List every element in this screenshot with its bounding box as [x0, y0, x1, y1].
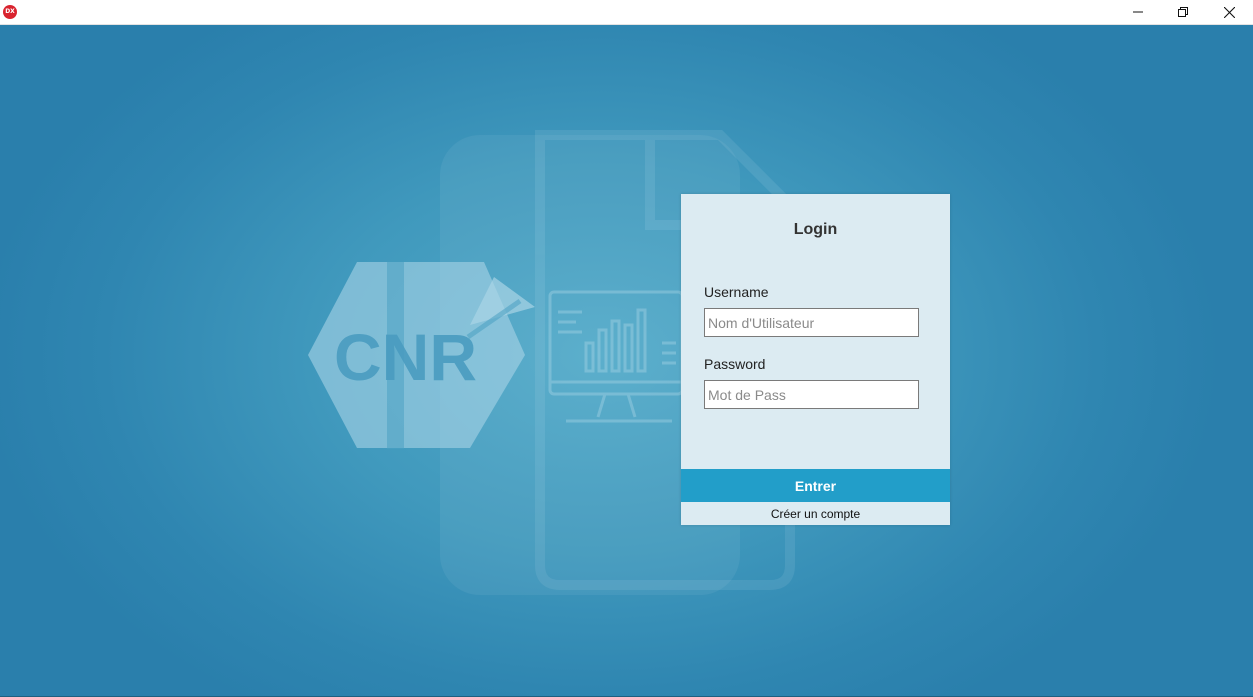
create-account-link[interactable]: Créer un compte: [681, 502, 950, 525]
username-label: Username: [704, 284, 769, 300]
password-label: Password: [704, 356, 766, 372]
app-window: DX CNR Login Username Nom d'Utilisateur …: [0, 0, 1253, 697]
close-icon: [1223, 6, 1235, 18]
title-bar[interactable]: DX: [0, 0, 1253, 25]
username-input[interactable]: [704, 308, 919, 337]
minimize-icon: [1133, 11, 1143, 13]
restore-button[interactable]: [1160, 0, 1206, 24]
login-title: Login: [793, 221, 838, 238]
restore-icon: [1178, 7, 1188, 17]
app-icon: DX: [3, 5, 17, 19]
close-button[interactable]: [1206, 0, 1252, 24]
login-panel: Login Username Password Entrer Créer un …: [681, 194, 950, 525]
login-screen: CNR Login Username Password Entrer Créer…: [0, 25, 1253, 697]
minimize-button[interactable]: [1115, 0, 1161, 24]
password-input[interactable]: [704, 380, 919, 409]
enter-button[interactable]: Entrer: [681, 469, 950, 502]
cnr-logo-text: CNR: [334, 320, 477, 394]
background-illustration: CNR: [308, 130, 795, 595]
